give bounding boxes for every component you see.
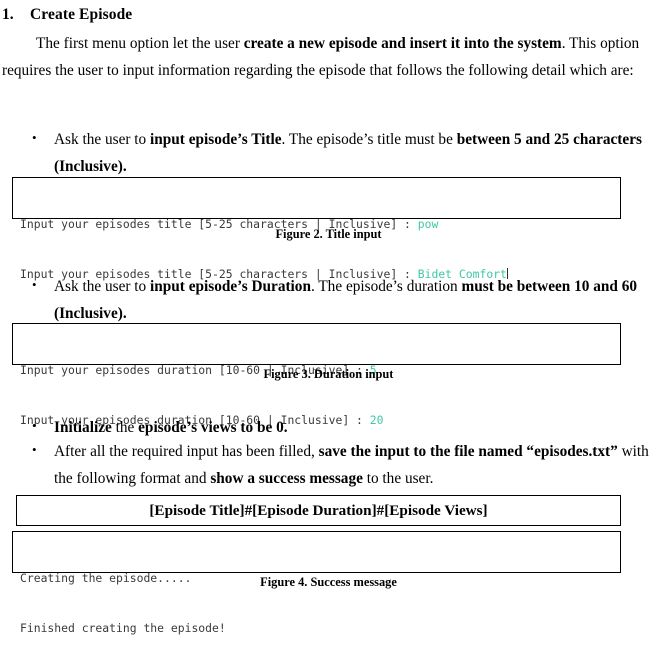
bullet-item-save-file: • After all the required input has been … (0, 438, 657, 492)
heading-number: 1. (2, 6, 14, 23)
bullet-marker-icon: • (32, 442, 37, 457)
bullet-duration-bold1: input episode’s Duration (150, 278, 311, 295)
intro-paragraph: The first menu option let the user creat… (0, 31, 657, 85)
heading-title: Create Episode (30, 6, 133, 23)
console-line-2: Finished creating the episode! (20, 620, 226, 635)
file-format-box: [Episode Title]#[Episode Duration]#[Epis… (16, 495, 621, 526)
bullet-item-duration-input: • Ask the user to input episode’s Durati… (0, 273, 657, 327)
console-output-success-message: Creating the episode..... Finished creat… (12, 531, 621, 635)
figure-caption-4: Figure 4. Success message (260, 575, 397, 589)
bullet-marker-icon: • (32, 277, 37, 292)
bullet-views-part1: the (111, 419, 139, 436)
bullet-duration-part2: . The episode’s duration (310, 278, 462, 295)
bullet-duration-body: Ask the user to input episode’s Duration… (54, 273, 657, 327)
file-format-text: [Episode Title]#[Episode Duration]#[Epis… (149, 501, 488, 519)
bullet-save-bold1: save the input to the file named “episod… (318, 443, 618, 460)
bullet-title-part1: Ask the user to (54, 131, 151, 148)
bullet-views-bold1: Initialize (54, 419, 112, 436)
document-page: 1. Create Episode The first menu option … (0, 6, 657, 635)
console-output-title-input: Input your episodes title [5-25 characte… (12, 177, 621, 281)
bullet-item-title-input: • Ask the user to input episode’s Title.… (0, 126, 657, 180)
bullet-save-body: After all the required input has been fi… (54, 438, 657, 492)
bullet-title-bold1: input episode’s Title (150, 131, 282, 148)
bullet-views-bold2: episode’s views to be 0. (138, 419, 288, 436)
bullet-duration-part1: Ask the user to (54, 278, 151, 295)
intro-text-bold1: create a new episode and insert it into … (243, 35, 562, 52)
section-heading: 1. Create Episode (0, 6, 657, 24)
bullet-save-part1: After all the required input has been fi… (54, 443, 319, 460)
bullet-title-part2: . The episode’s title must be (281, 131, 457, 148)
bullet-save-bold2: show a success message (210, 470, 363, 488)
bullet-save-part3: to the user. (362, 470, 434, 488)
bullet-title-body: Ask the user to input episode’s Title. T… (54, 126, 657, 180)
intro-text-part1: The first menu option let the user (36, 35, 244, 52)
figure-caption-2: Figure 2. Title input (275, 227, 382, 241)
console-output-duration-input: Input your episodes duration [10-60 | In… (12, 323, 621, 427)
bullet-marker-icon: • (32, 130, 37, 145)
figure-caption-3: Figure 3. Duration input (263, 367, 394, 381)
